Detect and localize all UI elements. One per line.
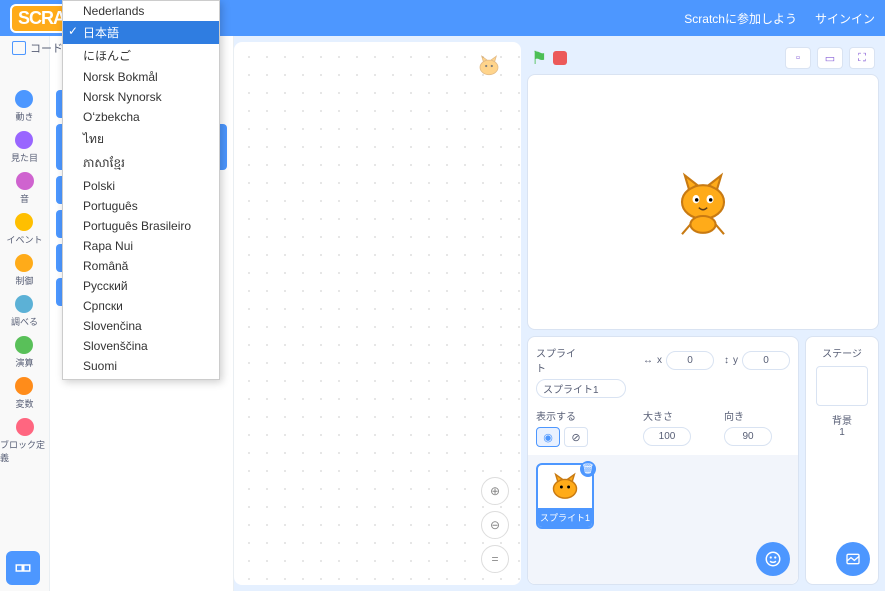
language-option[interactable]: Rapa Nui bbox=[63, 236, 219, 256]
category-制御[interactable]: 制御 bbox=[15, 254, 33, 287]
stage-column: ⚑ ▫ ▭ ⛶ スプライト ↔x ↕y 表示する 大きさ 向き bbox=[527, 36, 885, 591]
stage-thumbnail[interactable] bbox=[816, 366, 868, 406]
zoom-in-button[interactable]: ⊕ bbox=[481, 477, 509, 505]
language-option[interactable]: Polski bbox=[63, 176, 219, 196]
sprite-direction-input[interactable] bbox=[724, 427, 772, 446]
language-option[interactable]: Română bbox=[63, 256, 219, 276]
signin-link[interactable]: サインイン bbox=[815, 10, 875, 27]
language-option[interactable]: ភាសាខ្មែរ bbox=[63, 152, 219, 176]
add-backdrop-button[interactable] bbox=[836, 542, 870, 576]
green-flag-icon[interactable]: ⚑ bbox=[531, 48, 547, 69]
language-option[interactable]: にほんご bbox=[63, 44, 219, 67]
scratch-cat-sprite bbox=[668, 167, 738, 237]
sprite-label: スプライト bbox=[536, 345, 580, 375]
category-変数[interactable]: 変数 bbox=[15, 377, 33, 410]
category-イベント[interactable]: イベント bbox=[6, 213, 42, 246]
arrows-h-icon: ↔ bbox=[643, 355, 653, 366]
stage-canvas[interactable] bbox=[527, 74, 879, 330]
sprite-thumb bbox=[547, 469, 583, 505]
language-option[interactable]: Oʻzbekcha bbox=[63, 107, 219, 127]
sprite-info-panel: スプライト ↔x ↕y 表示する 大きさ 向き ◉ ⊘ 🗑 bbox=[527, 336, 799, 585]
language-option[interactable]: Norsk Bokmål bbox=[63, 67, 219, 87]
category-音[interactable]: 音 bbox=[16, 172, 34, 205]
category-ブロック定義[interactable]: ブロック定義 bbox=[0, 418, 49, 464]
sprite-x-input[interactable] bbox=[666, 351, 714, 370]
arrows-v-icon: ↕ bbox=[724, 355, 729, 366]
show-sprite-button[interactable]: ◉ bbox=[536, 427, 560, 447]
language-option[interactable]: Српски bbox=[63, 296, 219, 316]
stop-icon[interactable] bbox=[553, 51, 567, 65]
category-見た目[interactable]: 見た目 bbox=[11, 131, 38, 164]
backdrop-label: 背景 bbox=[832, 412, 852, 427]
language-option[interactable]: Norsk Nynorsk bbox=[63, 87, 219, 107]
stage-header: ⚑ ▫ ▭ ⛶ bbox=[527, 42, 879, 74]
language-option[interactable]: Русский bbox=[63, 276, 219, 296]
sprite-tile[interactable]: 🗑 スプライト1 bbox=[536, 463, 594, 529]
language-option[interactable]: ไทย bbox=[63, 127, 219, 152]
stage-selector-panel[interactable]: ステージ 背景 1 bbox=[805, 336, 879, 585]
language-option[interactable]: Nederlands bbox=[63, 1, 219, 21]
zoom-out-button[interactable]: ⊖ bbox=[481, 511, 509, 539]
stage-large-button[interactable]: ▭ bbox=[817, 47, 843, 69]
sprite-y-input[interactable] bbox=[742, 351, 790, 370]
category-list: 動き見た目音イベント制御調べる演算変数ブロック定義 bbox=[0, 36, 50, 591]
sprite-tile-name: スプライト1 bbox=[538, 508, 592, 527]
language-option[interactable]: Português Brasileiro bbox=[63, 216, 219, 236]
show-label: 表示する bbox=[536, 408, 580, 423]
hide-sprite-button[interactable]: ⊘ bbox=[564, 427, 588, 447]
fullscreen-button[interactable]: ⛶ bbox=[849, 47, 875, 69]
zoom-controls: ⊕ ⊖ = bbox=[481, 477, 509, 573]
sprite-watermark bbox=[475, 52, 503, 83]
backdrop-count: 1 bbox=[839, 427, 845, 438]
zoom-reset-button[interactable]: = bbox=[481, 545, 509, 573]
language-option[interactable]: Português bbox=[63, 196, 219, 216]
language-option[interactable]: Suomi bbox=[63, 356, 219, 376]
language-option[interactable]: Svenska bbox=[63, 376, 219, 380]
language-option[interactable]: 日本語 bbox=[63, 21, 219, 44]
sprite-name-input[interactable] bbox=[536, 379, 626, 398]
script-workspace[interactable]: ⊕ ⊖ = bbox=[234, 42, 521, 585]
delete-sprite-button[interactable]: 🗑 bbox=[580, 461, 596, 477]
extensions-button[interactable] bbox=[6, 551, 40, 585]
category-動き[interactable]: 動き bbox=[15, 90, 33, 123]
add-sprite-button[interactable] bbox=[756, 542, 790, 576]
stage-title: ステージ bbox=[822, 345, 862, 360]
join-link[interactable]: Scratchに参加しよう bbox=[684, 10, 797, 27]
language-menu[interactable]: Nederlands日本語にほんごNorsk BokmålNorsk Nynor… bbox=[62, 0, 220, 380]
category-調べる[interactable]: 調べる bbox=[11, 295, 38, 328]
sprite-size-input[interactable] bbox=[643, 427, 691, 446]
code-icon bbox=[12, 41, 26, 55]
language-option[interactable]: Slovenščina bbox=[63, 336, 219, 356]
category-演算[interactable]: 演算 bbox=[15, 336, 33, 369]
language-option[interactable]: Slovenčina bbox=[63, 316, 219, 336]
stage-small-button[interactable]: ▫ bbox=[785, 47, 811, 69]
